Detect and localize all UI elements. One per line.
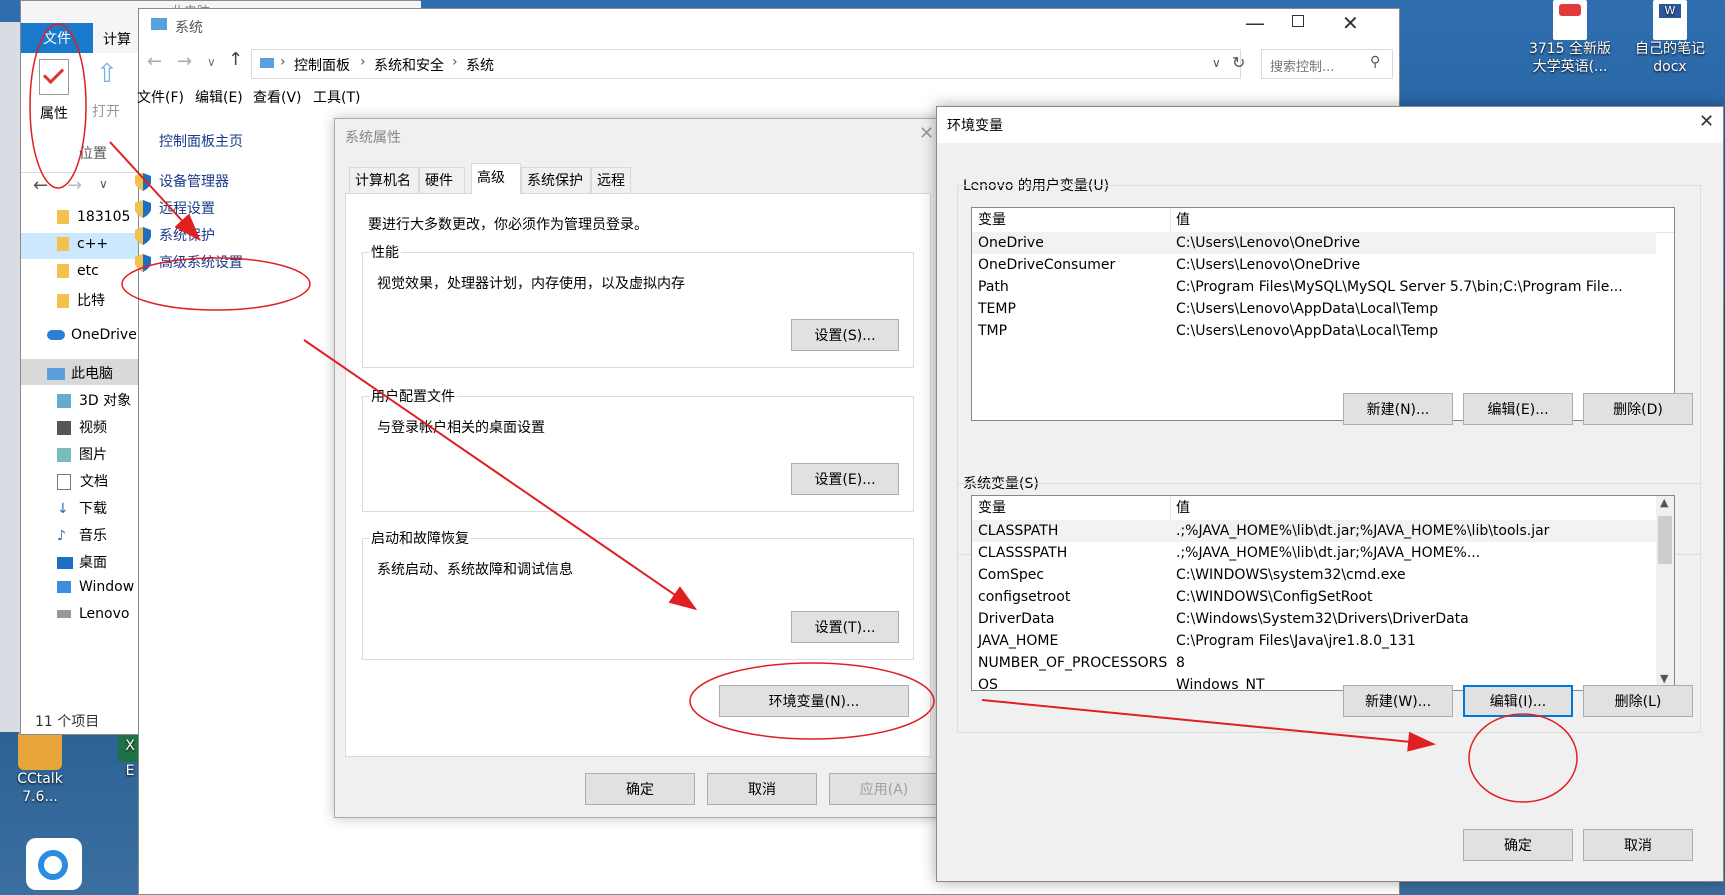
tab-advanced[interactable]: 高级 [471, 163, 521, 194]
annotation-ellipse-edit-button [1468, 713, 1578, 803]
annotation-arrow-3 [981, 699, 1436, 752]
annotation-overlay [29, 23, 1578, 803]
annotation-ellipse-properties [29, 23, 87, 189]
annotation-ellipse-env-button [689, 662, 935, 740]
annotation-arrow-2 [303, 339, 698, 611]
annotation-ellipse-advanced-settings [121, 257, 311, 311]
annotation-arrow-1 [109, 141, 201, 241]
